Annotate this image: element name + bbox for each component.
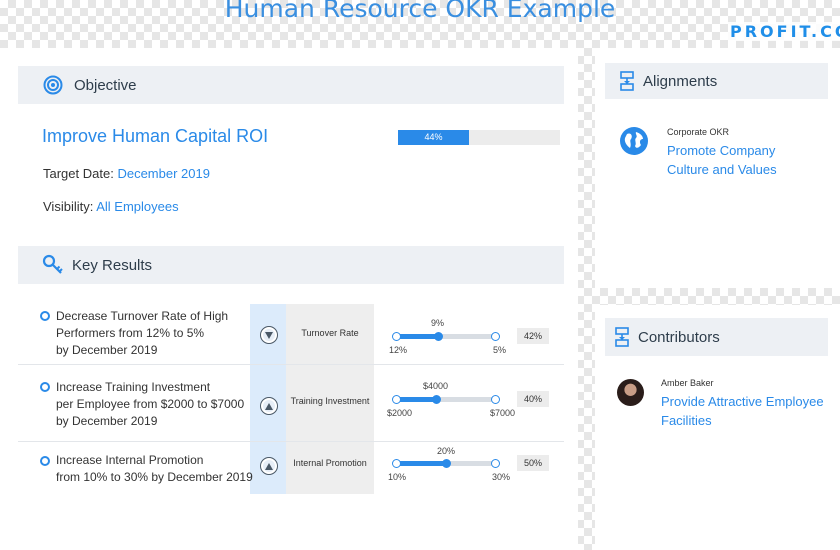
- objective-progress-label: 44%: [424, 132, 443, 142]
- alignment-link[interactable]: Promote Company Culture and Values: [667, 141, 777, 179]
- direction-button[interactable]: [260, 457, 278, 475]
- current-value-label: 9%: [431, 318, 445, 328]
- metric-name: Turnover Rate: [301, 328, 359, 338]
- contributor-link[interactable]: Provide Attractive Employee Facilities: [661, 392, 824, 430]
- row-divider: [18, 364, 564, 365]
- kr-description[interactable]: Decrease Turnover Rate of High Performer…: [56, 308, 228, 359]
- key-results-header-label: Key Results: [72, 256, 153, 274]
- kr-line: Increase Training Investment: [56, 380, 211, 394]
- kr-bullet: [40, 311, 50, 321]
- arrow-down-icon: [265, 331, 273, 339]
- kr-bullet: [40, 456, 50, 466]
- page-title: Human Resource OKR Example: [224, 0, 616, 23]
- kr-line: by December 2019: [56, 414, 158, 428]
- slider-end-knob: [491, 332, 500, 341]
- kr-slider[interactable]: [392, 459, 500, 468]
- kr-description[interactable]: Increase Internal Promotion from 10% to …: [56, 452, 253, 486]
- objective-progress-bar: 44%: [398, 130, 560, 145]
- brand-logo: PROFIT.CO: [728, 22, 840, 41]
- metric-name: Training Investment: [290, 396, 370, 406]
- kr-line: Performers from 12% to 5%: [56, 326, 205, 340]
- row-divider: [18, 441, 564, 442]
- slider-current-knob[interactable]: [434, 332, 443, 341]
- kr-progress-badge: 40%: [517, 391, 549, 407]
- slider-end-knob: [491, 459, 500, 468]
- direction-button[interactable]: [260, 326, 278, 344]
- arrow-up-icon: [265, 402, 273, 410]
- contributors-header: Contributors: [605, 318, 828, 356]
- kr-line: per Employee from $2000 to $7000: [56, 397, 245, 411]
- kr-slider[interactable]: [392, 395, 500, 404]
- target-value-label: $7000: [490, 408, 516, 418]
- contributor-link-line: Provide Attractive Employee: [661, 394, 824, 409]
- globe-icon: [619, 126, 649, 156]
- alignment-caption: Corporate OKR: [667, 127, 730, 137]
- contributors-icon: [612, 327, 632, 347]
- current-value-label: $4000: [423, 381, 449, 391]
- kr-progress-badge: 42%: [517, 328, 549, 344]
- alignment-link-line: Promote Company: [667, 143, 776, 158]
- target-icon: [38, 75, 68, 95]
- direction-button[interactable]: [260, 397, 278, 415]
- contributor-link-line: Facilities: [661, 413, 712, 428]
- slider-start-knob: [392, 332, 401, 341]
- slider-end-knob: [491, 395, 500, 404]
- key-icon: [38, 254, 68, 276]
- current-value-label: 20%: [437, 446, 456, 456]
- metric-name: Internal Promotion: [293, 458, 367, 468]
- alignment-icon: [617, 71, 637, 91]
- key-results-header: Key Results: [18, 246, 564, 284]
- objective-header-label: Objective: [74, 76, 137, 94]
- target-value-label: 30%: [492, 472, 511, 482]
- visibility-label: Visibility:: [43, 199, 94, 214]
- objective-title[interactable]: Improve Human Capital ROI: [42, 126, 268, 147]
- slider-fill: [394, 461, 446, 466]
- visibility: Visibility: All Employees: [43, 199, 179, 214]
- kr-line: by December 2019: [56, 343, 158, 357]
- kr-slider[interactable]: [392, 332, 500, 341]
- kr-line: Increase Internal Promotion: [56, 453, 204, 467]
- start-value-label: 12%: [389, 345, 408, 355]
- target-value-label: 5%: [493, 345, 507, 355]
- target-date-value[interactable]: December 2019: [117, 166, 210, 181]
- contributors-header-label: Contributors: [638, 328, 720, 346]
- start-value-label: $2000: [387, 408, 413, 418]
- objective-header: Objective: [18, 66, 564, 104]
- visibility-value[interactable]: All Employees: [96, 199, 178, 214]
- contributor-name: Amber Baker: [661, 378, 714, 388]
- kr-bullet: [40, 382, 50, 392]
- start-value-label: 10%: [388, 472, 407, 482]
- alignments-header: Alignments: [605, 63, 828, 99]
- slider-start-knob: [392, 395, 401, 404]
- slider-current-knob[interactable]: [432, 395, 441, 404]
- target-date: Target Date: December 2019: [43, 166, 210, 181]
- avatar[interactable]: [617, 379, 644, 406]
- alignments-header-label: Alignments: [643, 72, 718, 90]
- arrow-up-icon: [265, 462, 273, 470]
- alignment-link-line: Culture and Values: [667, 162, 777, 177]
- kr-progress-badge: 50%: [517, 455, 549, 471]
- slider-current-knob[interactable]: [442, 459, 451, 468]
- kr-line: from 10% to 30% by December 2019: [56, 470, 253, 484]
- kr-description[interactable]: Increase Training Investment per Employe…: [56, 379, 244, 430]
- target-date-label: Target Date:: [43, 166, 114, 181]
- kr-line: Decrease Turnover Rate of High: [56, 309, 229, 323]
- slider-start-knob: [392, 459, 401, 468]
